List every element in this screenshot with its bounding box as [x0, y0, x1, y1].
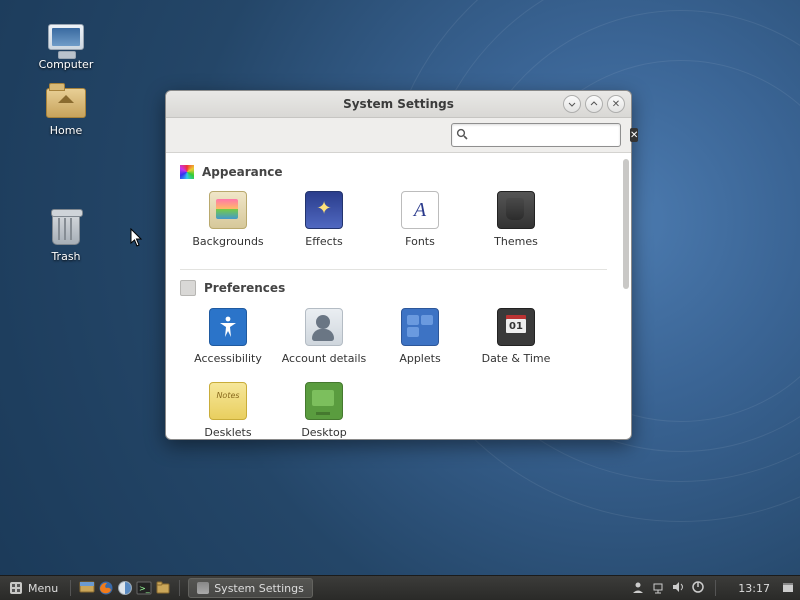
desktop-icon-label: Trash: [51, 250, 80, 263]
trash-icon: [52, 213, 80, 245]
settings-item-fonts[interactable]: A Fonts: [372, 189, 468, 263]
minimize-button[interactable]: [563, 95, 581, 113]
section-header-appearance: Appearance: [180, 165, 607, 179]
desktop-settings-icon: [305, 382, 343, 420]
settings-item-label: Fonts: [405, 235, 435, 248]
system-settings-window: System Settings ✕ ✕ Appearance: [165, 90, 632, 440]
settings-item-account-details[interactable]: Account details: [276, 306, 372, 380]
settings-item-label: Date & Time: [482, 352, 551, 365]
taskbar-entry-system-settings[interactable]: System Settings: [188, 578, 313, 598]
desktop-icon-label: Home: [50, 124, 82, 137]
clear-search-button[interactable]: ✕: [630, 128, 638, 142]
appearance-grid: Backgrounds Effects A Fonts Themes: [180, 189, 607, 263]
applets-icon: [401, 308, 439, 346]
firefox-launcher-icon[interactable]: [98, 580, 114, 596]
computer-icon: [48, 24, 84, 50]
section-label: Preferences: [204, 281, 285, 295]
scrollbar-thumb[interactable]: [623, 159, 629, 289]
settings-item-backgrounds[interactable]: Backgrounds: [180, 189, 276, 263]
appearance-category-icon: [180, 165, 194, 179]
folder-home-icon: [46, 88, 86, 118]
settings-item-label: Backgrounds: [192, 235, 263, 248]
effects-icon: [305, 191, 343, 229]
settings-item-applets[interactable]: Applets: [372, 306, 468, 380]
settings-item-themes[interactable]: Themes: [468, 189, 564, 263]
browser-launcher-icon[interactable]: [117, 580, 133, 596]
account-icon: [305, 308, 343, 346]
toolbar: ✕: [166, 118, 631, 153]
svg-text:>_: >_: [139, 584, 151, 593]
files-launcher-icon[interactable]: [155, 580, 171, 596]
panel-separator: [179, 580, 180, 596]
tray-network-icon[interactable]: [651, 580, 665, 597]
settings-item-label: Themes: [494, 235, 538, 248]
search-icon: [456, 128, 468, 143]
close-button[interactable]: ✕: [607, 95, 625, 113]
backgrounds-icon: [209, 191, 247, 229]
desktop: Computer Home Trash System Settings ✕: [0, 0, 800, 600]
desktop-icon-computer[interactable]: Computer: [32, 18, 100, 71]
titlebar[interactable]: System Settings ✕: [166, 91, 631, 118]
search-field[interactable]: [471, 127, 630, 143]
menu-label: Menu: [28, 582, 58, 595]
date-time-icon: [497, 308, 535, 346]
section-divider: [180, 269, 607, 270]
desklets-icon: [209, 382, 247, 420]
mouse-cursor-icon: [130, 228, 144, 248]
menu-button[interactable]: Menu: [0, 576, 66, 600]
settings-item-accessibility[interactable]: Accessibility: [180, 306, 276, 380]
clock[interactable]: 13:17: [732, 582, 776, 595]
search-input[interactable]: ✕: [451, 123, 621, 147]
taskbar-entry-icon: [197, 582, 209, 594]
settings-item-label: Applets: [399, 352, 440, 365]
accessibility-icon: [209, 308, 247, 346]
settings-item-label: Accessibility: [194, 352, 262, 365]
fonts-icon: A: [401, 191, 439, 229]
desktop-icon-trash[interactable]: Trash: [32, 210, 100, 263]
settings-item-date-time[interactable]: Date & Time: [468, 306, 564, 380]
show-desktop-icon[interactable]: [79, 580, 95, 596]
themes-icon: [497, 191, 535, 229]
tray-user-icon[interactable]: [631, 580, 645, 597]
taskbar-panel: Menu >_ System Settings: [0, 575, 800, 600]
settings-body: Appearance Backgrounds Effects A Fonts: [166, 153, 631, 439]
section-header-preferences: Preferences: [180, 280, 607, 296]
menu-icon: [8, 580, 24, 596]
tray-volume-icon[interactable]: [671, 580, 685, 597]
preferences-grid: Accessibility Account details Applets Da…: [180, 306, 607, 439]
settings-item-label: Desktop: [301, 426, 346, 439]
settings-item-label: Account details: [282, 352, 367, 365]
settings-item-desktop[interactable]: Desktop: [276, 380, 372, 439]
terminal-launcher-icon[interactable]: >_: [136, 580, 152, 596]
maximize-button[interactable]: [585, 95, 603, 113]
tray-power-icon[interactable]: [691, 580, 705, 597]
tray-calendar-icon[interactable]: [782, 581, 794, 596]
desktop-icon-home[interactable]: Home: [32, 84, 100, 137]
taskbar-entry-label: System Settings: [214, 582, 304, 595]
settings-item-label: Effects: [305, 235, 342, 248]
system-tray: 13:17: [625, 580, 800, 597]
panel-separator: [70, 580, 71, 596]
launcher-tray: >_: [75, 580, 175, 596]
settings-item-label: Desklets: [204, 426, 251, 439]
section-label: Appearance: [202, 165, 283, 179]
settings-item-effects[interactable]: Effects: [276, 189, 372, 263]
desktop-icon-label: Computer: [39, 58, 94, 71]
panel-separator: [715, 580, 716, 596]
settings-item-desklets[interactable]: Desklets: [180, 380, 276, 439]
preferences-category-icon: [180, 280, 196, 296]
